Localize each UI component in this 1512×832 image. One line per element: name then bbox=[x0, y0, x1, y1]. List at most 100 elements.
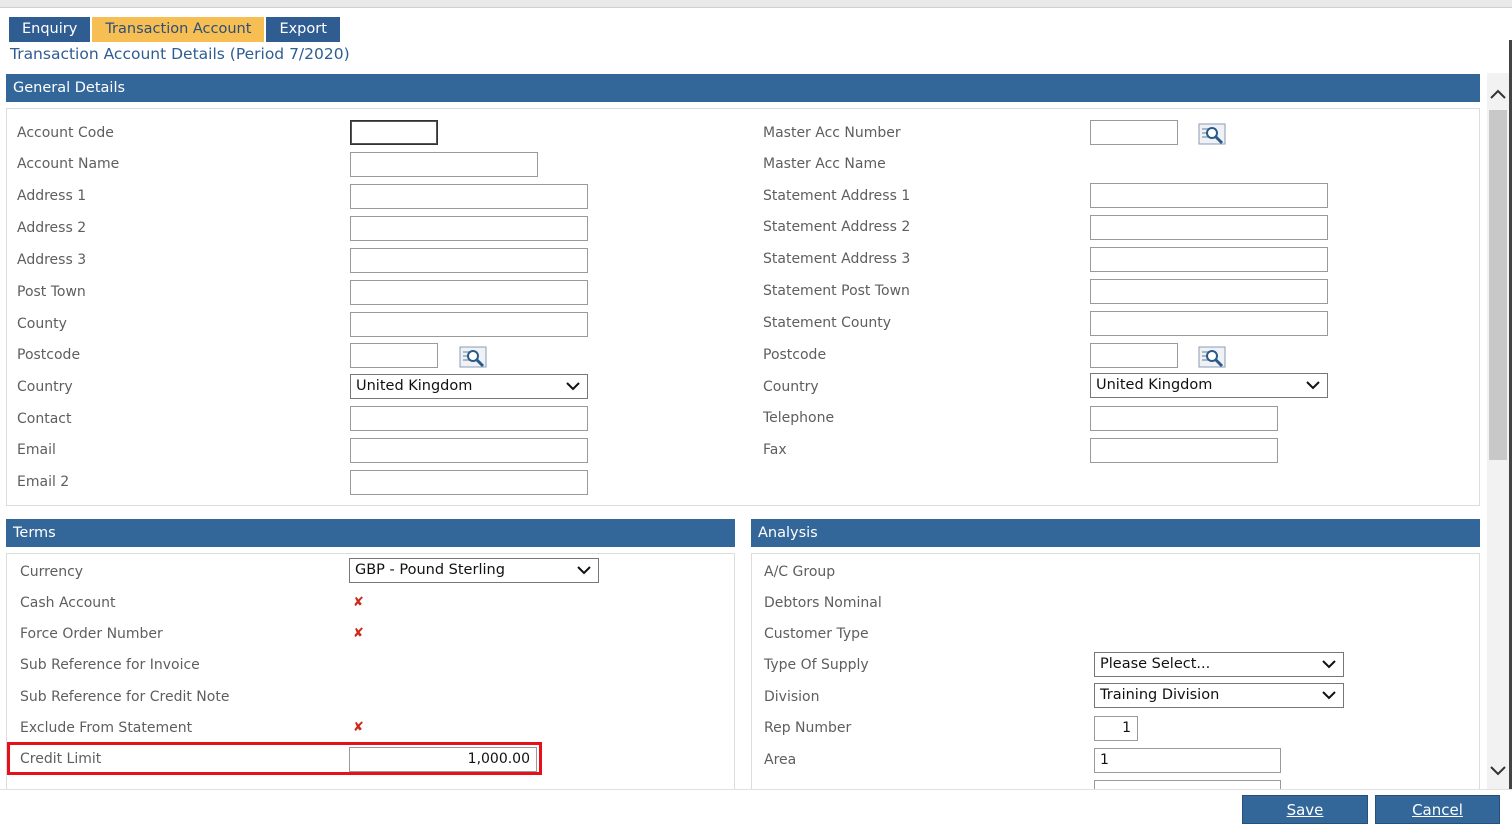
scroll-down-icon[interactable] bbox=[1488, 760, 1508, 780]
scrollbar-thumb[interactable] bbox=[1489, 110, 1507, 460]
credit-limit-input[interactable]: 1,000.00 bbox=[349, 747, 537, 772]
ac-group-label: A/C Group bbox=[764, 564, 836, 580]
statement-address3-input[interactable] bbox=[1090, 247, 1328, 272]
rep-number-label: Rep Number bbox=[764, 720, 852, 736]
statement-country-select-value: United Kingdom bbox=[1096, 377, 1213, 393]
area-label: Area bbox=[764, 752, 797, 768]
post-town-label: Post Town bbox=[17, 284, 86, 300]
chevron-down-icon bbox=[566, 382, 580, 391]
account-code-input[interactable] bbox=[350, 120, 438, 145]
currency-select-value: GBP - Pound Sterling bbox=[355, 562, 505, 578]
statement-county-label: Statement County bbox=[763, 315, 891, 331]
fax-label: Fax bbox=[763, 442, 787, 458]
customer-type-label: Customer Type bbox=[764, 626, 869, 642]
county-label: County bbox=[17, 316, 67, 332]
terms-header: Terms bbox=[6, 519, 735, 547]
type-of-supply-label: Type Of Supply bbox=[764, 657, 869, 673]
post-town-input[interactable] bbox=[350, 280, 588, 305]
statement-post-town-input[interactable] bbox=[1090, 279, 1328, 304]
type-of-supply-select[interactable]: Please Select... bbox=[1094, 652, 1344, 677]
form-scroll-area: General Details Account Code Account Nam… bbox=[0, 73, 1487, 789]
contact-label: Contact bbox=[17, 411, 72, 427]
cancel-button[interactable]: Cancel bbox=[1375, 795, 1500, 824]
save-button[interactable]: Save bbox=[1242, 795, 1368, 824]
county-input[interactable] bbox=[350, 312, 588, 337]
telephone-input[interactable] bbox=[1090, 406, 1278, 431]
division-label: Division bbox=[764, 689, 820, 705]
address1-input[interactable] bbox=[350, 184, 588, 209]
type-of-supply-select-value: Please Select... bbox=[1100, 656, 1211, 672]
tab-enquiry[interactable]: Enquiry bbox=[9, 17, 91, 42]
statement-post-town-label: Statement Post Town bbox=[763, 283, 910, 299]
rep-number-input[interactable]: 1 bbox=[1094, 716, 1138, 741]
master-acc-name-label: Master Acc Name bbox=[763, 156, 886, 172]
address3-label: Address 3 bbox=[17, 252, 87, 268]
area-input[interactable]: 1 bbox=[1094, 748, 1281, 773]
tab-export[interactable]: Export bbox=[266, 17, 340, 42]
cross-mark-icon[interactable]: ✘ bbox=[353, 595, 364, 610]
cross-mark-icon[interactable]: ✘ bbox=[353, 626, 364, 641]
debtors-nominal-label: Debtors Nominal bbox=[764, 595, 882, 611]
master-acc-number-label: Master Acc Number bbox=[763, 125, 901, 141]
address1-label: Address 1 bbox=[17, 188, 87, 204]
tab-bar: Enquiry Transaction Account Export bbox=[9, 17, 342, 42]
cash-account-label: Cash Account bbox=[20, 595, 116, 611]
email-input[interactable] bbox=[350, 438, 588, 463]
scroll-up-icon[interactable] bbox=[1488, 85, 1508, 105]
statement-postcode-input[interactable] bbox=[1090, 343, 1178, 368]
chevron-down-icon bbox=[1322, 660, 1336, 669]
email2-input[interactable] bbox=[350, 470, 588, 495]
analysis-header: Analysis bbox=[751, 519, 1480, 547]
country-select[interactable]: United Kingdom bbox=[350, 374, 588, 399]
magnifier-lookup-icon bbox=[1198, 123, 1226, 144]
cross-mark-icon[interactable]: ✘ bbox=[353, 720, 364, 735]
country-select-value: United Kingdom bbox=[356, 378, 473, 394]
division-select-value: Training Division bbox=[1100, 687, 1220, 703]
credit-limit-label: Credit Limit bbox=[20, 751, 102, 767]
force-order-number-label: Force Order Number bbox=[20, 626, 163, 642]
magnifier-lookup-icon bbox=[459, 346, 487, 367]
exclude-from-statement-label: Exclude From Statement bbox=[20, 720, 193, 736]
account-name-label: Account Name bbox=[17, 156, 120, 172]
currency-select[interactable]: GBP - Pound Sterling bbox=[349, 558, 599, 583]
postcode-label: Postcode bbox=[17, 347, 81, 363]
tab-transaction-account[interactable]: Transaction Account bbox=[92, 17, 265, 42]
division-select[interactable]: Training Division bbox=[1094, 683, 1344, 708]
statement-address1-label: Statement Address 1 bbox=[763, 188, 911, 204]
postcode-input[interactable] bbox=[350, 343, 438, 368]
chevron-down-icon bbox=[1322, 691, 1336, 700]
email-label: Email bbox=[17, 442, 56, 458]
statement-postcode-label: Postcode bbox=[763, 347, 827, 363]
sub-reference-invoice-label: Sub Reference for Invoice bbox=[20, 657, 200, 673]
general-details-header: General Details bbox=[6, 74, 1480, 102]
window-top-bar bbox=[0, 0, 1512, 8]
statement-postcode-lookup-button[interactable] bbox=[1197, 344, 1227, 369]
postcode-lookup-button[interactable] bbox=[458, 344, 488, 369]
statement-country-select[interactable]: United Kingdom bbox=[1090, 373, 1328, 398]
chevron-down-icon bbox=[577, 566, 591, 575]
statement-address2-input[interactable] bbox=[1090, 215, 1328, 240]
account-name-input[interactable] bbox=[350, 152, 538, 177]
page-title: Transaction Account Details (Period 7/20… bbox=[10, 45, 350, 63]
address3-input[interactable] bbox=[350, 248, 588, 273]
statement-address3-label: Statement Address 3 bbox=[763, 251, 911, 267]
account-code-label: Account Code bbox=[17, 125, 114, 141]
contact-input[interactable] bbox=[350, 406, 588, 431]
magnifier-lookup-icon bbox=[1198, 346, 1226, 367]
analysis-next-input-cut[interactable] bbox=[1094, 780, 1281, 789]
address2-input[interactable] bbox=[350, 216, 588, 241]
chevron-down-icon bbox=[1306, 381, 1320, 390]
statement-address1-input[interactable] bbox=[1090, 183, 1328, 208]
currency-label: Currency bbox=[20, 564, 84, 580]
address2-label: Address 2 bbox=[17, 220, 87, 236]
sub-reference-credit-note-label: Sub Reference for Credit Note bbox=[20, 689, 230, 705]
country-label: Country bbox=[17, 379, 73, 395]
statement-county-input[interactable] bbox=[1090, 311, 1328, 336]
master-acc-number-input[interactable] bbox=[1090, 120, 1178, 145]
email2-label: Email 2 bbox=[17, 474, 70, 490]
fax-input[interactable] bbox=[1090, 438, 1278, 463]
master-acc-lookup-button[interactable] bbox=[1197, 121, 1227, 146]
statement-country-label: Country bbox=[763, 379, 819, 395]
statement-address2-label: Statement Address 2 bbox=[763, 219, 911, 235]
telephone-label: Telephone bbox=[763, 410, 835, 426]
